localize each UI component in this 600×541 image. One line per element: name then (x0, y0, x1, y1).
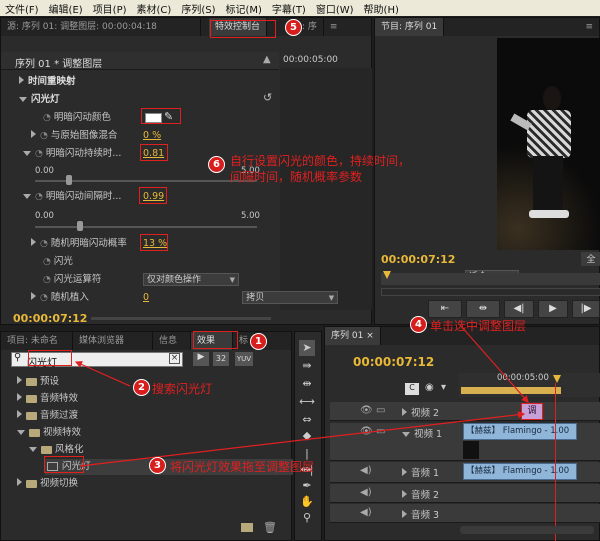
badge-4: 4 (410, 316, 427, 333)
annotation-3: 将闪光灯效果拖至调整图层 (170, 460, 315, 474)
badge-3: 3 (149, 457, 166, 474)
badge-5: 5 (285, 19, 302, 36)
arrow-4 (459, 324, 529, 403)
fx-tab-highlight (210, 20, 276, 38)
annotation-6-line1: 自行设置闪光的颜色，持续时间， (230, 154, 411, 168)
arrow-2 (74, 361, 131, 387)
strobe-item-highlight (44, 456, 84, 473)
annotation-4: 单击选中调整图层 (430, 319, 527, 333)
annotation-6-line2: 间隔时间，随机概率参数 (230, 170, 363, 184)
badge-6: 6 (208, 156, 225, 173)
